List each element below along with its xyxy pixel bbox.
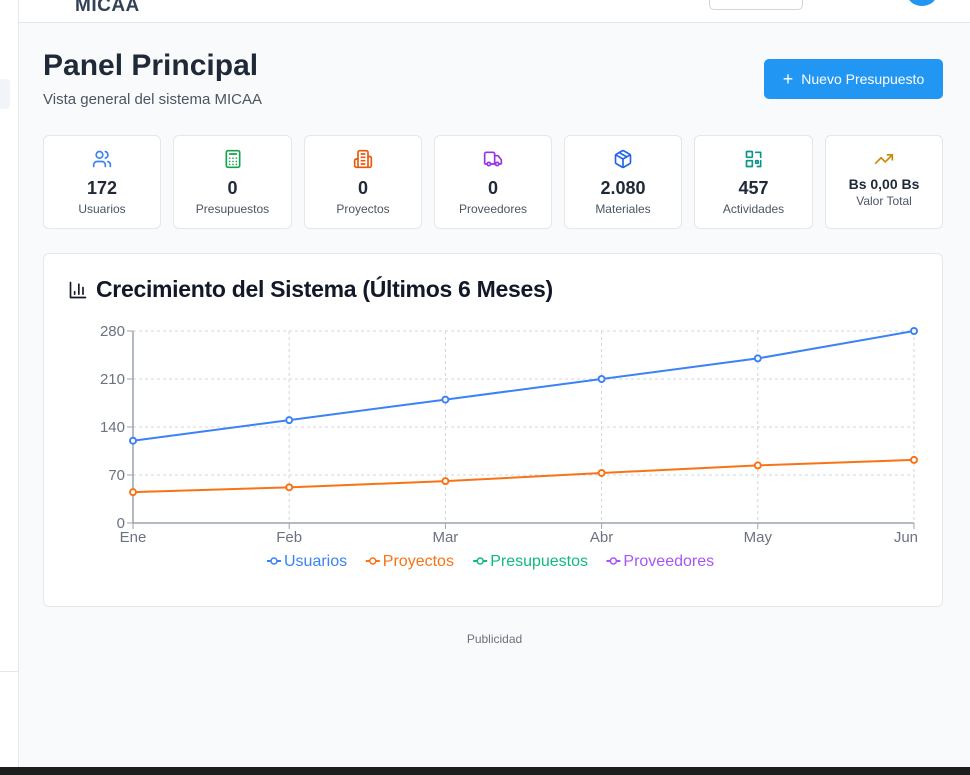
stat-card-suppliers[interactable]: 0 Proveedores <box>434 135 552 229</box>
sidebar-selected-item[interactable] <box>0 79 10 109</box>
stat-card-budgets[interactable]: 0 Presupuestos <box>173 135 292 229</box>
stat-label: Presupuestos <box>195 202 270 216</box>
data-point-usuarios <box>753 354 762 363</box>
stat-card-activities[interactable]: 457 Actividades <box>694 135 813 229</box>
x-tick-label: Ene <box>120 529 147 546</box>
legend-item-usuarios: Usuarios <box>284 553 347 570</box>
x-tick-label: Feb <box>276 529 302 546</box>
building-icon <box>305 149 421 169</box>
stat-value: 0 <box>227 178 238 198</box>
stat-label: Proyectos <box>336 202 390 216</box>
y-tick-label: 210 <box>100 371 125 388</box>
stat-value: Bs 0,00 Bs <box>848 176 920 192</box>
package-icon <box>565 149 681 169</box>
calculator-icon <box>174 149 291 169</box>
trending-up-icon <box>826 149 942 169</box>
top-bar: MICAA <box>19 0 970 23</box>
data-point-proyectos <box>129 488 137 497</box>
legend-marker <box>476 557 484 565</box>
new-budget-button[interactable]: + Nuevo Presupuesto <box>764 59 943 99</box>
main-content: MICAA Panel Principal Vista general del … <box>19 0 970 767</box>
x-tick-label: Mar <box>432 529 458 546</box>
y-tick-label: 140 <box>100 419 125 436</box>
sidebar-divider <box>0 671 19 672</box>
plus-icon: + <box>782 69 794 89</box>
users-icon <box>44 149 160 169</box>
data-point-usuarios <box>910 327 918 335</box>
legend-item-presupuestos: Presupuestos <box>490 553 588 570</box>
x-tick-label: Jun <box>894 529 918 546</box>
stat-label: Actividades <box>722 202 785 216</box>
activity-icon <box>695 149 812 169</box>
x-tick-label: May <box>744 529 773 546</box>
growth-line-chart: 070140210280Ene Feb Mar Abr May JunUsuarios Pr… <box>100 323 918 570</box>
stat-label: Materiales <box>595 202 651 216</box>
data-point-proyectos <box>597 468 606 477</box>
series-line-proyectos <box>132 458 915 494</box>
data-point-proyectos <box>753 461 762 470</box>
new-budget-button-label: Nuevo Presupuesto <box>801 71 925 87</box>
stat-card-users[interactable]: 172 Usuarios <box>43 135 161 229</box>
stat-card-total-value[interactable]: Bs 0,00 Bs Valor Total <box>825 135 943 229</box>
stat-card-projects[interactable]: 0 Proyectos <box>304 135 422 229</box>
user-avatar[interactable] <box>907 0 937 6</box>
stat-value: 457 <box>738 178 769 198</box>
stat-label: Valor Total <box>856 194 912 208</box>
y-tick-label: 70 <box>108 467 125 484</box>
y-tick-label: 280 <box>100 323 125 340</box>
page-title: Panel Principal <box>43 49 259 82</box>
top-select[interactable] <box>709 0 803 10</box>
stat-value: 172 <box>86 178 118 198</box>
stat-card-materials[interactable]: 2.080 Materiales <box>564 135 682 229</box>
data-point-usuarios <box>285 416 294 425</box>
growth-chart-card: Crecimiento del Sistema (Últimos 6 Meses… <box>43 253 943 607</box>
legend-marker <box>369 557 377 565</box>
data-point-proyectos <box>441 477 450 486</box>
ad-label: Publicidad <box>466 632 523 646</box>
bottom-bar <box>0 767 970 775</box>
x-tick-label: Abr <box>590 529 613 546</box>
data-point-usuarios <box>441 395 450 404</box>
page-subtitle: Vista general del sistema MICAA <box>43 91 262 108</box>
stat-value: 0 <box>357 178 368 198</box>
series-line-usuarios <box>132 330 915 442</box>
sidebar <box>0 0 19 767</box>
legend-item-proyectos: Proyectos <box>383 553 454 570</box>
brand-logo[interactable]: MICAA <box>75 0 140 17</box>
stat-value: 2.080 <box>600 178 646 198</box>
data-point-proyectos <box>285 483 294 492</box>
stat-label: Usuarios <box>78 202 126 216</box>
stat-value: 0 <box>487 178 498 198</box>
data-point-proyectos <box>910 455 918 464</box>
data-point-usuarios <box>597 375 606 383</box>
legend-item-proveedores: Proveedores <box>623 553 714 570</box>
legend-marker <box>270 557 278 565</box>
truck-icon <box>435 149 551 169</box>
data-point-usuarios <box>129 436 137 445</box>
legend-marker <box>609 557 618 565</box>
stat-label: Proveedores <box>458 202 528 216</box>
